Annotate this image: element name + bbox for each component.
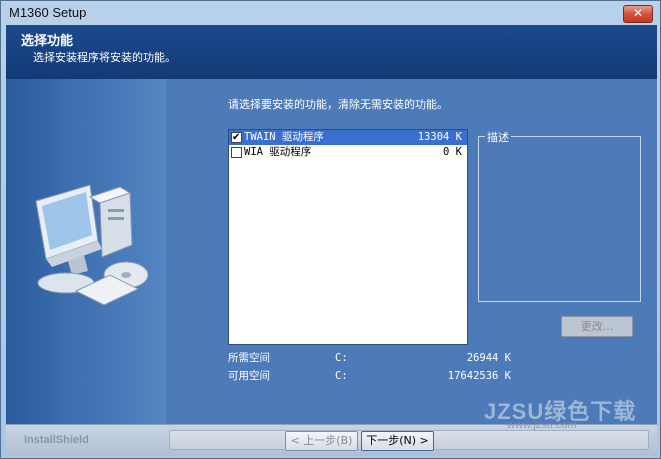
close-icon: ✕ bbox=[632, 6, 644, 20]
next-button[interactable]: 下一步(N) > bbox=[361, 431, 434, 451]
window-title: M1360 Setup bbox=[9, 5, 87, 20]
computer-icon bbox=[35, 184, 149, 306]
feature-size: 0 K bbox=[443, 146, 462, 158]
back-button[interactable]: < 上一步(B) bbox=[285, 431, 358, 451]
description-label: 描述 bbox=[485, 129, 511, 145]
available-space-drive: C: bbox=[335, 370, 348, 382]
setup-window: M1360 Setup ✕ 选择功能 选择安装程序将安装的功能。 请选择要安装的… bbox=[0, 0, 661, 459]
required-space-drive: C: bbox=[335, 352, 348, 364]
close-button[interactable]: ✕ bbox=[623, 5, 653, 23]
title-bar[interactable]: M1360 Setup ✕ bbox=[1, 1, 660, 25]
installshield-logo: InstallShield bbox=[24, 434, 89, 446]
side-banner bbox=[6, 79, 166, 424]
wizard-body: 请选择要安装的功能，清除无需安装的功能。 ✔ TWAIN 驱动程序 13304 … bbox=[6, 79, 657, 424]
available-space-value: 17642536 K bbox=[447, 370, 511, 382]
feature-size: 13304 K bbox=[417, 131, 462, 143]
change-button[interactable]: 更改... bbox=[561, 316, 633, 337]
checkbox-icon[interactable]: ✔ bbox=[231, 132, 242, 143]
feature-row-wia[interactable]: WIA 驱动程序 0 K bbox=[229, 145, 467, 160]
page-subtitle: 选择安装程序将安装的功能。 bbox=[33, 51, 176, 64]
feature-list[interactable]: ✔ TWAIN 驱动程序 13304 K WIA 驱动程序 0 K bbox=[228, 129, 468, 345]
checkmark-icon: ✔ bbox=[232, 132, 241, 143]
watermark-url: www.jzsu.com bbox=[507, 419, 577, 431]
main-panel: 请选择要安装的功能，清除无需安装的功能。 ✔ TWAIN 驱动程序 13304 … bbox=[166, 79, 657, 424]
page-title: 选择功能 bbox=[21, 34, 74, 49]
instruction-text: 请选择要安装的功能，清除无需安装的功能。 bbox=[228, 98, 448, 111]
available-space-label: 可用空间 bbox=[228, 370, 270, 382]
checkbox-icon[interactable] bbox=[231, 147, 242, 158]
feature-name: TWAIN 驱动程序 bbox=[244, 131, 324, 143]
required-space-value: 26944 K bbox=[466, 352, 511, 364]
description-group: 描述 bbox=[478, 129, 641, 302]
available-space-row: 可用空间 C: 17642536 K bbox=[228, 369, 511, 384]
feature-row-twain[interactable]: ✔ TWAIN 驱动程序 13304 K bbox=[229, 130, 467, 145]
required-space-label: 所需空间 bbox=[228, 352, 270, 364]
feature-name: WIA 驱动程序 bbox=[244, 146, 312, 158]
wizard-header: 选择功能 选择安装程序将安装的功能。 bbox=[6, 25, 657, 79]
required-space-row: 所需空间 C: 26944 K bbox=[228, 351, 511, 366]
